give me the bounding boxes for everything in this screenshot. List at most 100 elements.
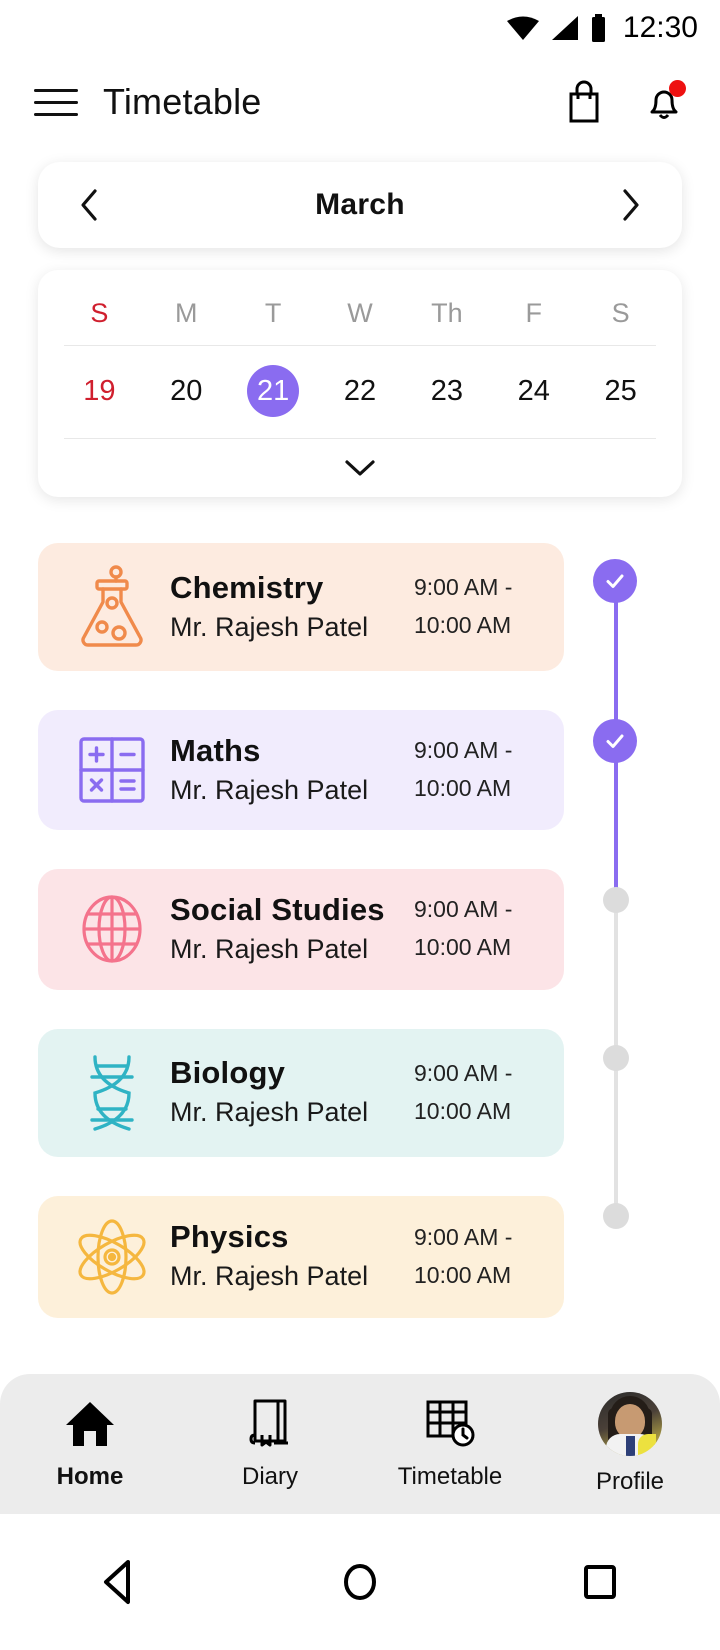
class-card-social-studies[interactable]: Social Studies Mr. Rajesh Patel 9:00 AM … <box>38 869 564 990</box>
class-teacher: Mr. Rajesh Patel <box>170 934 369 965</box>
dow-thursday: Th <box>431 298 463 328</box>
class-time: 9:00 AM - 10:00 AM <box>414 732 546 808</box>
signal-icon <box>550 15 580 41</box>
calendar-section: March S M T W Th F S 19 20 21 22 23 24 2… <box>0 162 720 497</box>
nav-label-timetable: Timetable <box>397 1463 503 1490</box>
wifi-icon <box>506 15 540 41</box>
timetable-row: Physics Mr. Rajesh Patel 9:00 AM - 10:00… <box>38 1195 720 1318</box>
class-info: Maths Mr. Rajesh Patel <box>164 732 410 808</box>
nav-item-timetable[interactable]: Timetable <box>360 1397 540 1491</box>
class-card-maths[interactable]: Maths Mr. Rajesh Patel 9:00 AM - 10:00 A… <box>38 710 564 831</box>
class-info: Chemistry Mr. Rajesh Patel <box>164 569 410 645</box>
nav-label-diary: Diary <box>241 1463 298 1490</box>
bottom-navigation: Home Diary Timetable Profile <box>0 1374 720 1514</box>
class-time: 9:00 AM - 10:00 AM <box>414 1219 546 1295</box>
android-back-button[interactable] <box>65 1537 175 1627</box>
dow-saturday: S <box>611 298 630 328</box>
class-teacher: Mr. Rajesh Patel <box>170 1097 369 1128</box>
class-time-end: 10:00 AM <box>414 612 512 638</box>
flask-icon <box>64 565 160 649</box>
book-icon <box>249 1399 288 1447</box>
dow-wednesday: W <box>347 298 373 328</box>
nav-label-profile: Profile <box>595 1468 665 1495</box>
class-card-chemistry[interactable]: Chemistry Mr. Rajesh Patel 9:00 AM - 10:… <box>38 543 564 671</box>
timetable-row: Biology Mr. Rajesh Patel 9:00 AM - 10:00… <box>38 1028 720 1157</box>
date-cell-21-selected[interactable]: 21 <box>247 365 300 417</box>
date-cell-20[interactable]: 20 <box>160 365 212 417</box>
status-bar-clock: 12:30 <box>622 11 698 44</box>
recents-square-icon <box>584 1565 616 1599</box>
android-home-button[interactable] <box>305 1537 415 1627</box>
date-cell-22[interactable]: 22 <box>334 365 386 417</box>
date-cell-19[interactable]: 19 <box>73 365 125 417</box>
nav-label-home: Home <box>56 1463 124 1490</box>
class-teacher: Mr. Rajesh Patel <box>170 1261 369 1292</box>
notification-bell-button[interactable] <box>642 78 686 126</box>
class-info: Social Studies Mr. Rajesh Patel <box>164 891 410 967</box>
table-clock-icon <box>426 1400 475 1447</box>
week-strip: S M T W Th F S 19 20 21 22 23 24 25 <box>38 270 682 497</box>
back-triangle-icon <box>104 1560 130 1604</box>
notification-badge-dot <box>669 80 686 97</box>
app-bar: Timetable <box>0 56 720 148</box>
android-recents-button[interactable] <box>545 1537 655 1627</box>
timetable-row: Chemistry Mr. Rajesh Patel 9:00 AM - 10:… <box>38 543 720 671</box>
app-bar-actions <box>562 78 686 126</box>
class-subject: Chemistry <box>170 569 324 605</box>
shopping-bag-icon <box>569 80 599 123</box>
status-bar: 12:30 <box>0 0 720 56</box>
class-time-end: 10:00 AM <box>414 1097 512 1124</box>
dow-sunday: S <box>90 298 109 328</box>
dow-monday: M <box>175 298 198 328</box>
month-selector: March <box>38 162 682 248</box>
class-time-start: 9:00 AM - <box>414 1223 513 1250</box>
class-time: 9:00 AM - 10:00 AM <box>414 569 546 645</box>
class-subject: Maths <box>170 733 261 768</box>
class-time-start: 9:00 AM - <box>414 1059 513 1086</box>
date-cell-25[interactable]: 25 <box>595 365 647 417</box>
class-time-end: 10:00 AM <box>414 1261 512 1288</box>
class-time-start: 9:00 AM - <box>414 896 513 923</box>
atom-icon <box>64 1218 160 1296</box>
class-teacher: Mr. Rajesh Patel <box>170 774 369 805</box>
avatar <box>598 1392 662 1456</box>
prev-month-button[interactable] <box>72 182 106 228</box>
chevron-down-icon <box>345 460 375 476</box>
class-subject: Biology <box>170 1055 286 1091</box>
shopping-bag-button[interactable] <box>562 78 606 126</box>
date-cell-24[interactable]: 24 <box>508 365 560 417</box>
class-time-end: 10:00 AM <box>414 775 512 802</box>
class-subject: Social Studies <box>170 892 385 928</box>
expand-calendar-button[interactable] <box>38 439 682 497</box>
date-cell-23[interactable]: 23 <box>421 365 473 417</box>
home-icon <box>66 1402 114 1446</box>
nav-item-profile[interactable]: Profile <box>540 1392 720 1496</box>
next-month-button[interactable] <box>614 182 648 228</box>
dna-icon <box>64 1051 160 1135</box>
class-time: 9:00 AM - 10:00 AM <box>414 1055 546 1131</box>
day-of-week-row: S M T W Th F S <box>38 288 682 345</box>
android-system-nav <box>0 1514 720 1650</box>
class-teacher: Mr. Rajesh Patel <box>170 611 369 642</box>
class-info: Biology Mr. Rajesh Patel <box>164 1054 410 1130</box>
class-time-start: 9:00 AM - <box>414 737 513 764</box>
calculator-icon <box>64 733 160 807</box>
class-card-physics[interactable]: Physics Mr. Rajesh Patel 9:00 AM - 10:00… <box>38 1195 564 1318</box>
date-row: 19 20 21 22 23 24 25 <box>38 346 682 438</box>
dow-friday: F <box>525 298 542 328</box>
phone-screen: 12:30 Timetable March S M T W Th F S 19 … <box>0 0 720 1650</box>
timetable-list: Chemistry Mr. Rajesh Patel 9:00 AM - 10:… <box>0 543 720 1318</box>
home-circle-icon <box>344 1564 376 1600</box>
class-info: Physics Mr. Rajesh Patel <box>164 1218 410 1294</box>
month-label: March <box>315 188 405 221</box>
timetable-row: Maths Mr. Rajesh Patel 9:00 AM - 10:00 A… <box>38 710 720 831</box>
class-subject: Physics <box>170 1219 289 1255</box>
hamburger-menu-icon[interactable] <box>34 88 78 116</box>
battery-icon <box>590 14 607 42</box>
page-title: Timetable <box>103 81 262 122</box>
class-card-biology[interactable]: Biology Mr. Rajesh Patel 9:00 AM - 10:00… <box>38 1028 564 1157</box>
dow-tuesday: T <box>264 298 282 328</box>
class-time-start: 9:00 AM - <box>414 574 513 601</box>
nav-item-home[interactable]: Home <box>0 1397 180 1491</box>
nav-item-diary[interactable]: Diary <box>180 1397 360 1491</box>
